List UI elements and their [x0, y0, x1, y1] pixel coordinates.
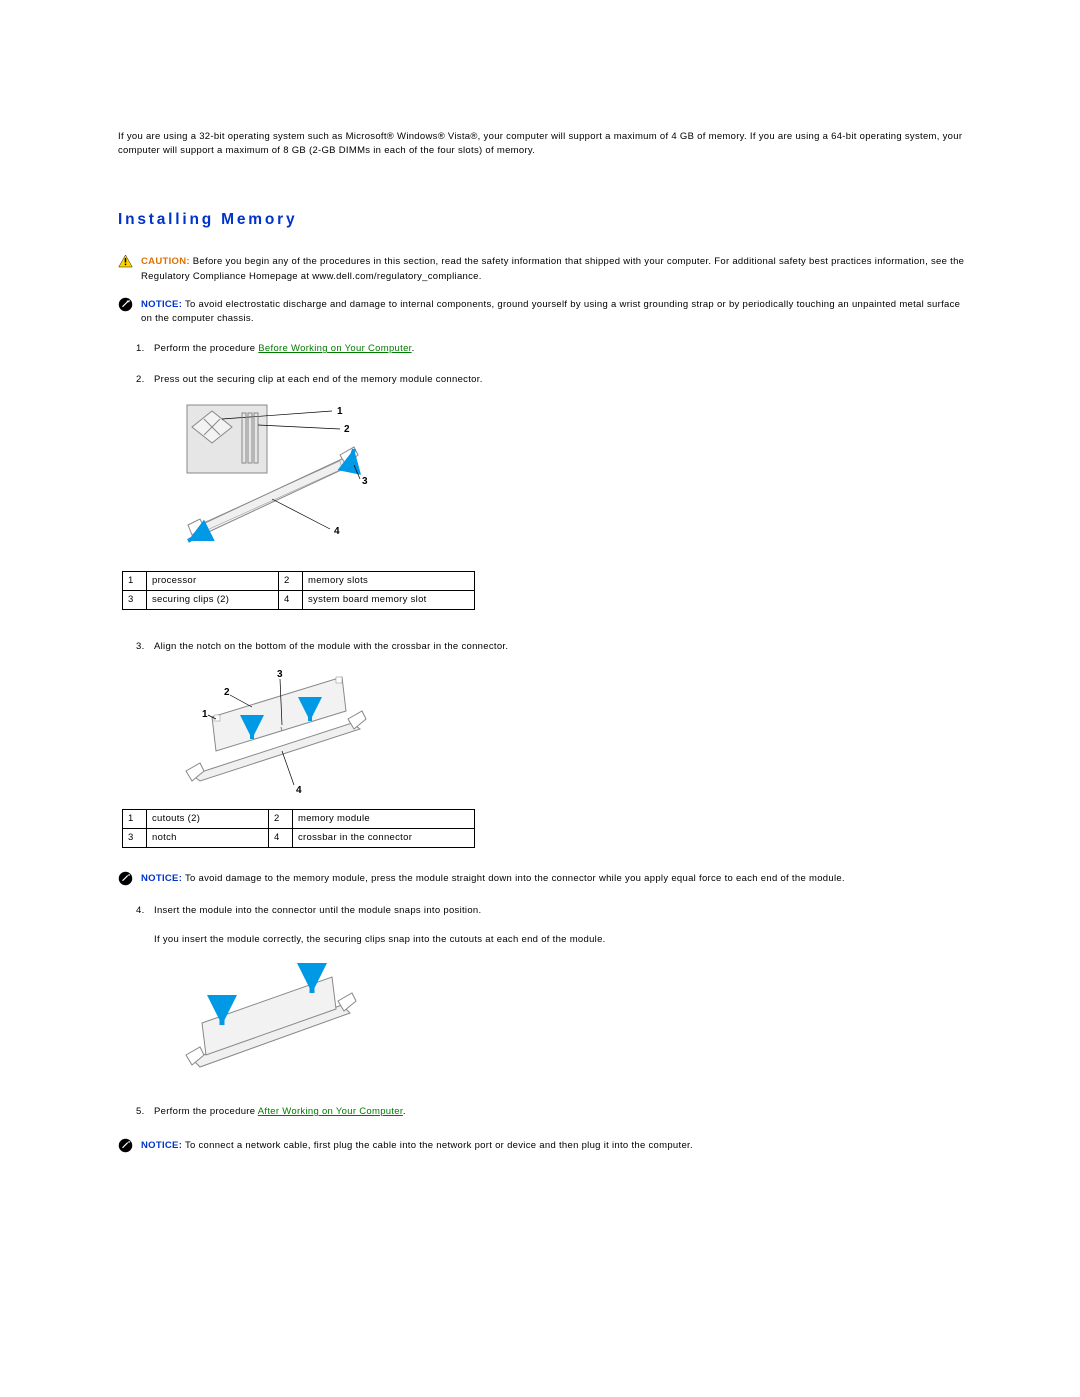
caution-block: CAUTION: Before you begin any of the pro… — [118, 255, 972, 284]
callout-2: 2 — [224, 687, 230, 698]
callout-3: 3 — [277, 669, 283, 680]
legend-cell: crossbar in the connector — [293, 828, 475, 847]
notice-text: To avoid electrostatic discharge and dam… — [141, 299, 960, 324]
legend-cell: 3 — [123, 828, 147, 847]
legend-cell: memory module — [293, 809, 475, 828]
table-row: 3 securing clips (2) 4 system board memo… — [123, 591, 475, 610]
notice-label: NOTICE: — [141, 299, 182, 310]
step-number: 5. — [136, 1105, 154, 1119]
notice-block-1: NOTICE: To avoid electrostatic discharge… — [118, 298, 972, 327]
figure-3 — [182, 959, 972, 1089]
step-number: 4. — [136, 904, 154, 918]
table-row: 1 cutouts (2) 2 memory module — [123, 809, 475, 828]
callout-4: 4 — [296, 785, 302, 796]
legend-cell: notch — [147, 828, 269, 847]
notice-text: To connect a network cable, first plug t… — [185, 1140, 693, 1151]
caution-icon — [118, 254, 133, 268]
notice-label: NOTICE: — [141, 1140, 182, 1151]
legend-cell: processor — [147, 571, 279, 590]
table-row: 3 notch 4 crossbar in the connector — [123, 828, 475, 847]
legend-cell: cutouts (2) — [147, 809, 269, 828]
step-text-prefix: Perform the procedure — [154, 343, 258, 354]
document-page: If you are using a 32-bit operating syst… — [0, 0, 1080, 1397]
callout-3: 3 — [362, 476, 368, 487]
legend-cell: 2 — [269, 809, 293, 828]
step-text: Insert the module into the connector unt… — [154, 904, 972, 918]
legend-cell: 4 — [269, 828, 293, 847]
table-row: 1 processor 2 memory slots — [123, 571, 475, 590]
legend-cell: memory slots — [303, 571, 475, 590]
link-after-working[interactable]: After Working on Your Computer — [258, 1106, 403, 1117]
step-text: Align the notch on the bottom of the mod… — [154, 640, 972, 654]
step-2: 2. Press out the securing clip at each e… — [136, 373, 972, 387]
callout-1: 1 — [202, 709, 208, 720]
legend-table-1: 1 processor 2 memory slots 3 securing cl… — [122, 571, 475, 611]
legend-cell: 4 — [279, 591, 303, 610]
step-4: 4. Insert the module into the connector … — [136, 904, 972, 918]
notice-icon — [118, 871, 133, 886]
link-before-working[interactable]: Before Working on Your Computer — [258, 343, 411, 354]
step-number: 2. — [136, 373, 154, 387]
step-5: 5. Perform the procedure After Working o… — [136, 1105, 972, 1119]
legend-cell: 3 — [123, 591, 147, 610]
legend-table-2: 1 cutouts (2) 2 memory module 3 notch 4 … — [122, 809, 475, 849]
step-text-suffix: . — [412, 343, 415, 354]
step-number: 1. — [136, 342, 154, 356]
notice-text: To avoid damage to the memory module, pr… — [185, 873, 845, 884]
legend-cell: securing clips (2) — [147, 591, 279, 610]
callout-1: 1 — [337, 406, 343, 417]
notice-block-2: NOTICE: To avoid damage to the memory mo… — [118, 872, 972, 886]
notice-block-3: NOTICE: To connect a network cable, firs… — [118, 1139, 972, 1153]
step-text: Press out the securing clip at each end … — [154, 373, 972, 387]
caution-label: CAUTION: — [141, 256, 190, 267]
notice-icon — [118, 297, 133, 312]
step-4-subtext: If you insert the module correctly, the … — [154, 933, 972, 947]
notice-icon — [118, 1138, 133, 1153]
step-text-prefix: Perform the procedure — [154, 1106, 258, 1117]
step-number: 3. — [136, 640, 154, 654]
intro-paragraph: If you are using a 32-bit operating syst… — [118, 130, 972, 159]
step-text-suffix: . — [403, 1106, 406, 1117]
figure-2: 1 2 3 4 — [182, 667, 972, 797]
legend-cell: system board memory slot — [303, 591, 475, 610]
callout-4: 4 — [334, 526, 340, 537]
step-1: 1. Perform the procedure Before Working … — [136, 342, 972, 356]
notice-label: NOTICE: — [141, 873, 182, 884]
section-heading: Installing Memory — [118, 208, 972, 231]
legend-cell: 1 — [123, 571, 147, 590]
legend-cell: 2 — [279, 571, 303, 590]
figure-1: 1 2 3 4 — [182, 399, 972, 559]
step-3: 3. Align the notch on the bottom of the … — [136, 640, 972, 654]
legend-cell: 1 — [123, 809, 147, 828]
caution-text: Before you begin any of the procedures i… — [141, 256, 964, 281]
callout-2: 2 — [344, 424, 350, 435]
